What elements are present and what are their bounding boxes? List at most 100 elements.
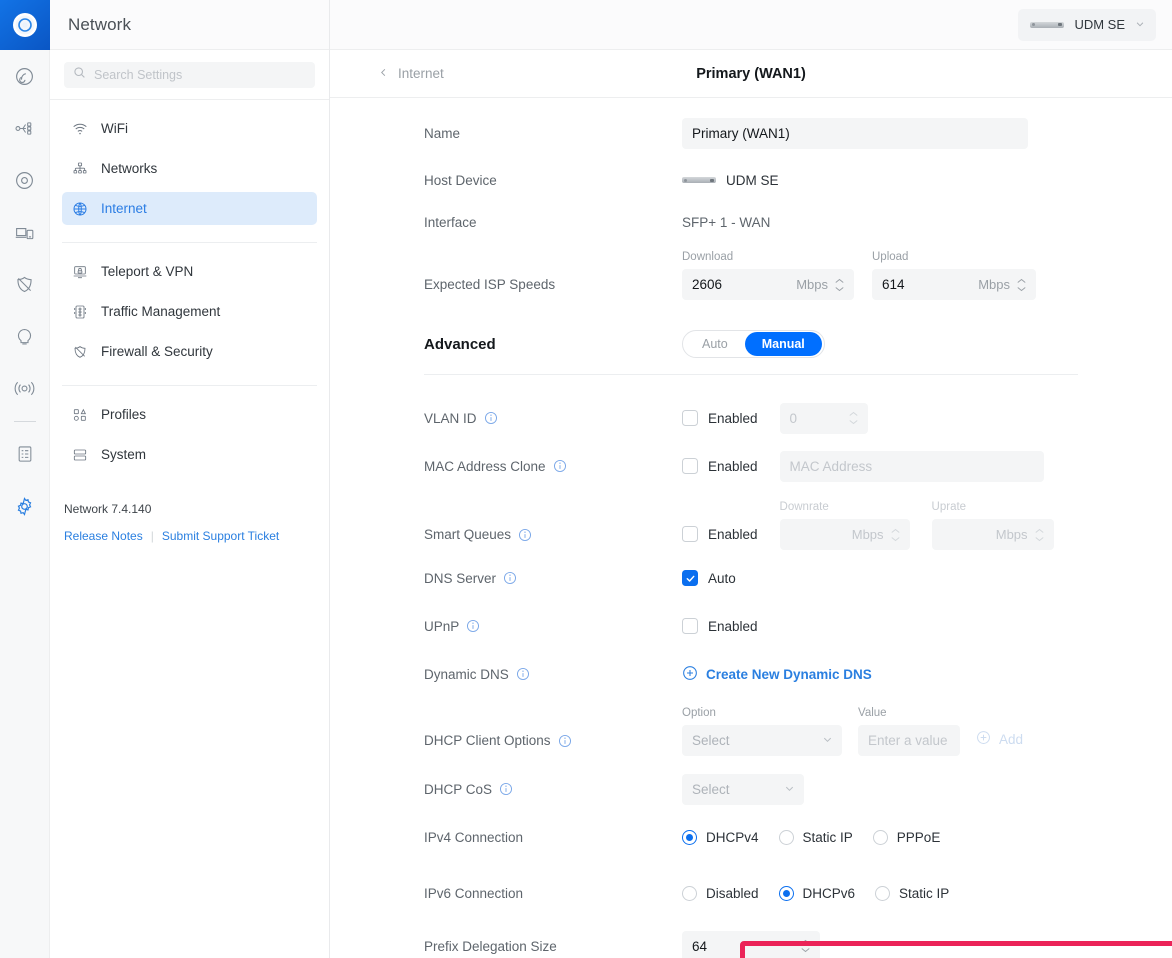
settings-gear-icon[interactable] bbox=[0, 480, 50, 532]
sidebar-item-wifi[interactable]: WiFi bbox=[62, 112, 317, 145]
info-icon[interactable] bbox=[466, 619, 480, 633]
ipv6-option-dhcpv6[interactable]: DHCPv6 bbox=[778, 885, 855, 901]
host-device-value: UDM SE bbox=[726, 172, 779, 188]
section-divider bbox=[424, 374, 1078, 375]
isp-speeds-label: Expected ISP Speeds bbox=[424, 277, 556, 292]
dhcp-cos-select[interactable]: Select bbox=[682, 773, 804, 805]
advanced-auto-option[interactable]: Auto bbox=[685, 332, 745, 356]
upload-speed-input[interactable]: 614 Mbps bbox=[872, 269, 1036, 300]
security-shield-icon[interactable] bbox=[0, 258, 50, 310]
dhcp-add-option-button[interactable]: Add bbox=[976, 730, 1023, 756]
teleport-vpn-icon bbox=[71, 264, 88, 280]
vlan-id-enabled-checkbox[interactable]: Enabled bbox=[682, 410, 758, 426]
insights-icon[interactable] bbox=[0, 310, 50, 362]
row-control: Auto bbox=[682, 570, 736, 586]
vlan-id-input[interactable]: 0 bbox=[779, 402, 868, 434]
dns-server-auto-checkbox[interactable]: Auto bbox=[682, 570, 736, 586]
submit-support-ticket-link[interactable]: Submit Support Ticket bbox=[162, 529, 279, 543]
info-icon[interactable] bbox=[503, 571, 517, 585]
row-name: Name Primary (WAN1) bbox=[330, 116, 1172, 150]
advanced-mode-toggle[interactable]: Auto Manual bbox=[682, 330, 825, 358]
device-selector[interactable]: UDM SE bbox=[1018, 8, 1156, 41]
info-icon[interactable] bbox=[518, 528, 532, 542]
vlan-id-checkbox-label: Enabled bbox=[708, 410, 758, 426]
prefix-delegation-stepper[interactable] bbox=[801, 939, 810, 953]
downrate-stepper[interactable] bbox=[891, 528, 900, 542]
download-stepper[interactable] bbox=[835, 278, 844, 292]
dhcp-value-input[interactable]: Enter a value bbox=[858, 725, 960, 756]
search-input[interactable] bbox=[94, 68, 306, 82]
uprate-input[interactable]: Mbps bbox=[931, 519, 1054, 550]
row-mac-clone: MAC Address Clone Enabled MAC Address bbox=[330, 449, 1172, 483]
advanced-manual-option[interactable]: Manual bbox=[744, 332, 822, 356]
create-new-dynamic-dns-button[interactable]: Create New Dynamic DNS bbox=[682, 665, 872, 684]
dhcp-option-caption: Option bbox=[682, 707, 716, 719]
profiles-icon bbox=[71, 407, 88, 423]
smart-queues-checkbox-label: Enabled bbox=[708, 526, 758, 542]
info-icon[interactable] bbox=[516, 667, 530, 681]
dashboard-icon[interactable] bbox=[0, 50, 50, 102]
prefix-delegation-size-input[interactable]: 64 bbox=[682, 930, 820, 958]
row-control: Auto Manual bbox=[682, 330, 825, 358]
ipv4-option-pppoe[interactable]: PPPoE bbox=[872, 829, 940, 845]
info-icon[interactable] bbox=[558, 734, 572, 748]
name-input[interactable]: Primary (WAN1) bbox=[682, 117, 1028, 149]
upnp-enabled-checkbox[interactable]: Enabled bbox=[682, 618, 758, 634]
ipv4-option-dhcpv4[interactable]: DHCPv4 bbox=[682, 829, 759, 845]
client-devices-icon[interactable] bbox=[0, 206, 50, 258]
chevron-down-icon bbox=[822, 733, 833, 748]
sidebar-item-internet[interactable]: Internet bbox=[62, 192, 317, 225]
upload-value: 614 bbox=[882, 277, 905, 292]
udm-se-device-image bbox=[1030, 21, 1065, 28]
info-icon[interactable] bbox=[553, 459, 567, 473]
row-prefix-delegation-size: Prefix Delegation Size 64 bbox=[330, 929, 1172, 958]
logs-icon[interactable] bbox=[0, 428, 50, 480]
row-host-device: Host Device UDM SE bbox=[330, 163, 1172, 197]
ipv6-option-static-ip[interactable]: Static IP bbox=[875, 885, 949, 901]
dynamic-dns-label: Dynamic DNS bbox=[424, 666, 509, 682]
uprate-caption: Uprate bbox=[931, 501, 967, 513]
sidebar-item-teleport-vpn[interactable]: Teleport & VPN bbox=[62, 255, 317, 288]
search-box[interactable] bbox=[64, 62, 315, 88]
ipv4-option-static-ip[interactable]: Static IP bbox=[778, 829, 853, 845]
downrate-input[interactable]: Mbps bbox=[779, 519, 910, 550]
globe-icon bbox=[71, 201, 88, 217]
vlan-id-stepper[interactable] bbox=[849, 411, 858, 425]
sidebar-item-networks[interactable]: Networks bbox=[62, 152, 317, 185]
ipv6-connection-label: IPv6 Connection bbox=[424, 885, 524, 901]
mac-clone-input[interactable]: MAC Address bbox=[779, 450, 1044, 482]
row-control: Enabled Downrate Mbps Uprate Mbps bbox=[682, 501, 1054, 550]
ipv6-option-disabled[interactable]: Disabled bbox=[682, 885, 759, 901]
row-label: Interface bbox=[424, 215, 682, 230]
row-control: UDM SE bbox=[682, 173, 779, 188]
row-control: Enabled 0 bbox=[682, 402, 868, 434]
mac-clone-enabled-checkbox[interactable]: Enabled bbox=[682, 458, 758, 474]
radio-button bbox=[875, 885, 891, 901]
sidebar-item-traffic-management[interactable]: Traffic Management bbox=[62, 295, 317, 328]
dhcp-option-select[interactable]: Select bbox=[682, 725, 842, 756]
download-speed-input[interactable]: 2606 Mbps bbox=[682, 269, 854, 300]
wireless-signal-icon[interactable] bbox=[0, 362, 50, 414]
row-vlan-id: VLAN ID Enabled 0 bbox=[330, 401, 1172, 435]
sidebar-item-firewall-security[interactable]: Firewall & Security bbox=[62, 335, 317, 368]
upload-stepper[interactable] bbox=[1017, 278, 1026, 292]
uprate-stepper[interactable] bbox=[1035, 528, 1044, 542]
search-icon bbox=[73, 66, 86, 84]
topology-icon[interactable] bbox=[0, 102, 50, 154]
release-notes-link[interactable]: Release Notes bbox=[64, 529, 143, 543]
row-label: Name bbox=[424, 126, 682, 141]
info-icon[interactable] bbox=[484, 411, 498, 425]
search-container bbox=[50, 50, 329, 100]
smart-queues-enabled-checkbox[interactable]: Enabled bbox=[682, 526, 758, 550]
row-dhcp-client-options: DHCP Client Options Option Select Value … bbox=[330, 707, 1172, 756]
prefix-delegation-size-value: 64 bbox=[692, 938, 708, 954]
sidebar-item-system[interactable]: System bbox=[62, 438, 317, 471]
devices-icon[interactable] bbox=[0, 154, 50, 206]
uprate-group: Uprate Mbps bbox=[931, 501, 1054, 550]
upload-speed-group: Upload 614 Mbps bbox=[872, 251, 1036, 300]
breadcrumb[interactable]: Internet bbox=[378, 66, 444, 81]
sidebar-item-profiles[interactable]: Profiles bbox=[62, 398, 317, 431]
unifi-logo-icon[interactable] bbox=[0, 0, 50, 50]
row-control: Disabled DHCPv6 Static IP bbox=[682, 885, 969, 901]
info-icon[interactable] bbox=[499, 782, 513, 796]
